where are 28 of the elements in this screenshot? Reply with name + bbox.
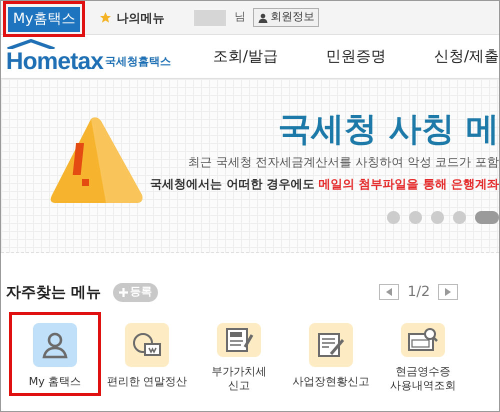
nav-link[interactable]: 신청/제출 — [434, 45, 499, 68]
site-name: 국세청홈택스 — [105, 54, 172, 70]
nav-link[interactable]: 조회/발급 — [212, 45, 278, 68]
page-indicator: 1/2 — [407, 282, 430, 302]
banner-text: 국세청에서는 어떠한 경우에도 — [150, 176, 314, 193]
menu-shortcut[interactable]: 편리한 연말정산 — [102, 322, 192, 392]
nav-link[interactable]: 민원증명 — [326, 45, 386, 68]
user-suffix: 님 — [234, 9, 246, 26]
hometax-logo[interactable]: Hometax — [6, 38, 104, 74]
banner-title: 국세청 사칭 메 — [278, 109, 499, 149]
menu-shortcut[interactable]: 부가가치세 신고 — [194, 322, 284, 392]
star-icon — [99, 11, 112, 24]
section-title: 자주찾는 메뉴 — [6, 282, 102, 303]
redacted-name — [194, 10, 226, 26]
banner-text: 최근 국세청 전자세금계산서를 사칭하여 악성 코드가 포함 — [188, 154, 499, 171]
next-button[interactable] — [438, 284, 458, 300]
right-triangle-icon — [445, 288, 451, 296]
my-menu-link[interactable]: 나의메뉴 — [95, 8, 168, 26]
plus-icon — [119, 288, 128, 297]
my-hometax-tab[interactable]: My홈택스 — [8, 7, 80, 32]
person-icon — [258, 12, 268, 22]
member-info-button[interactable]: 회원정보 — [253, 8, 320, 27]
banner-warning-text: 메일의 첨부파일을 통해 은행계좌 — [318, 176, 499, 193]
previous-button[interactable] — [379, 284, 400, 300]
menu-shortcut[interactable]: My 홈택스 — [10, 322, 100, 392]
left-triangle-icon — [386, 288, 392, 296]
menu-shortcut[interactable]: 사업장현황신고 — [286, 322, 376, 392]
menu-shortcut[interactable]: 현금영수증 사용내역조회 — [378, 322, 468, 392]
